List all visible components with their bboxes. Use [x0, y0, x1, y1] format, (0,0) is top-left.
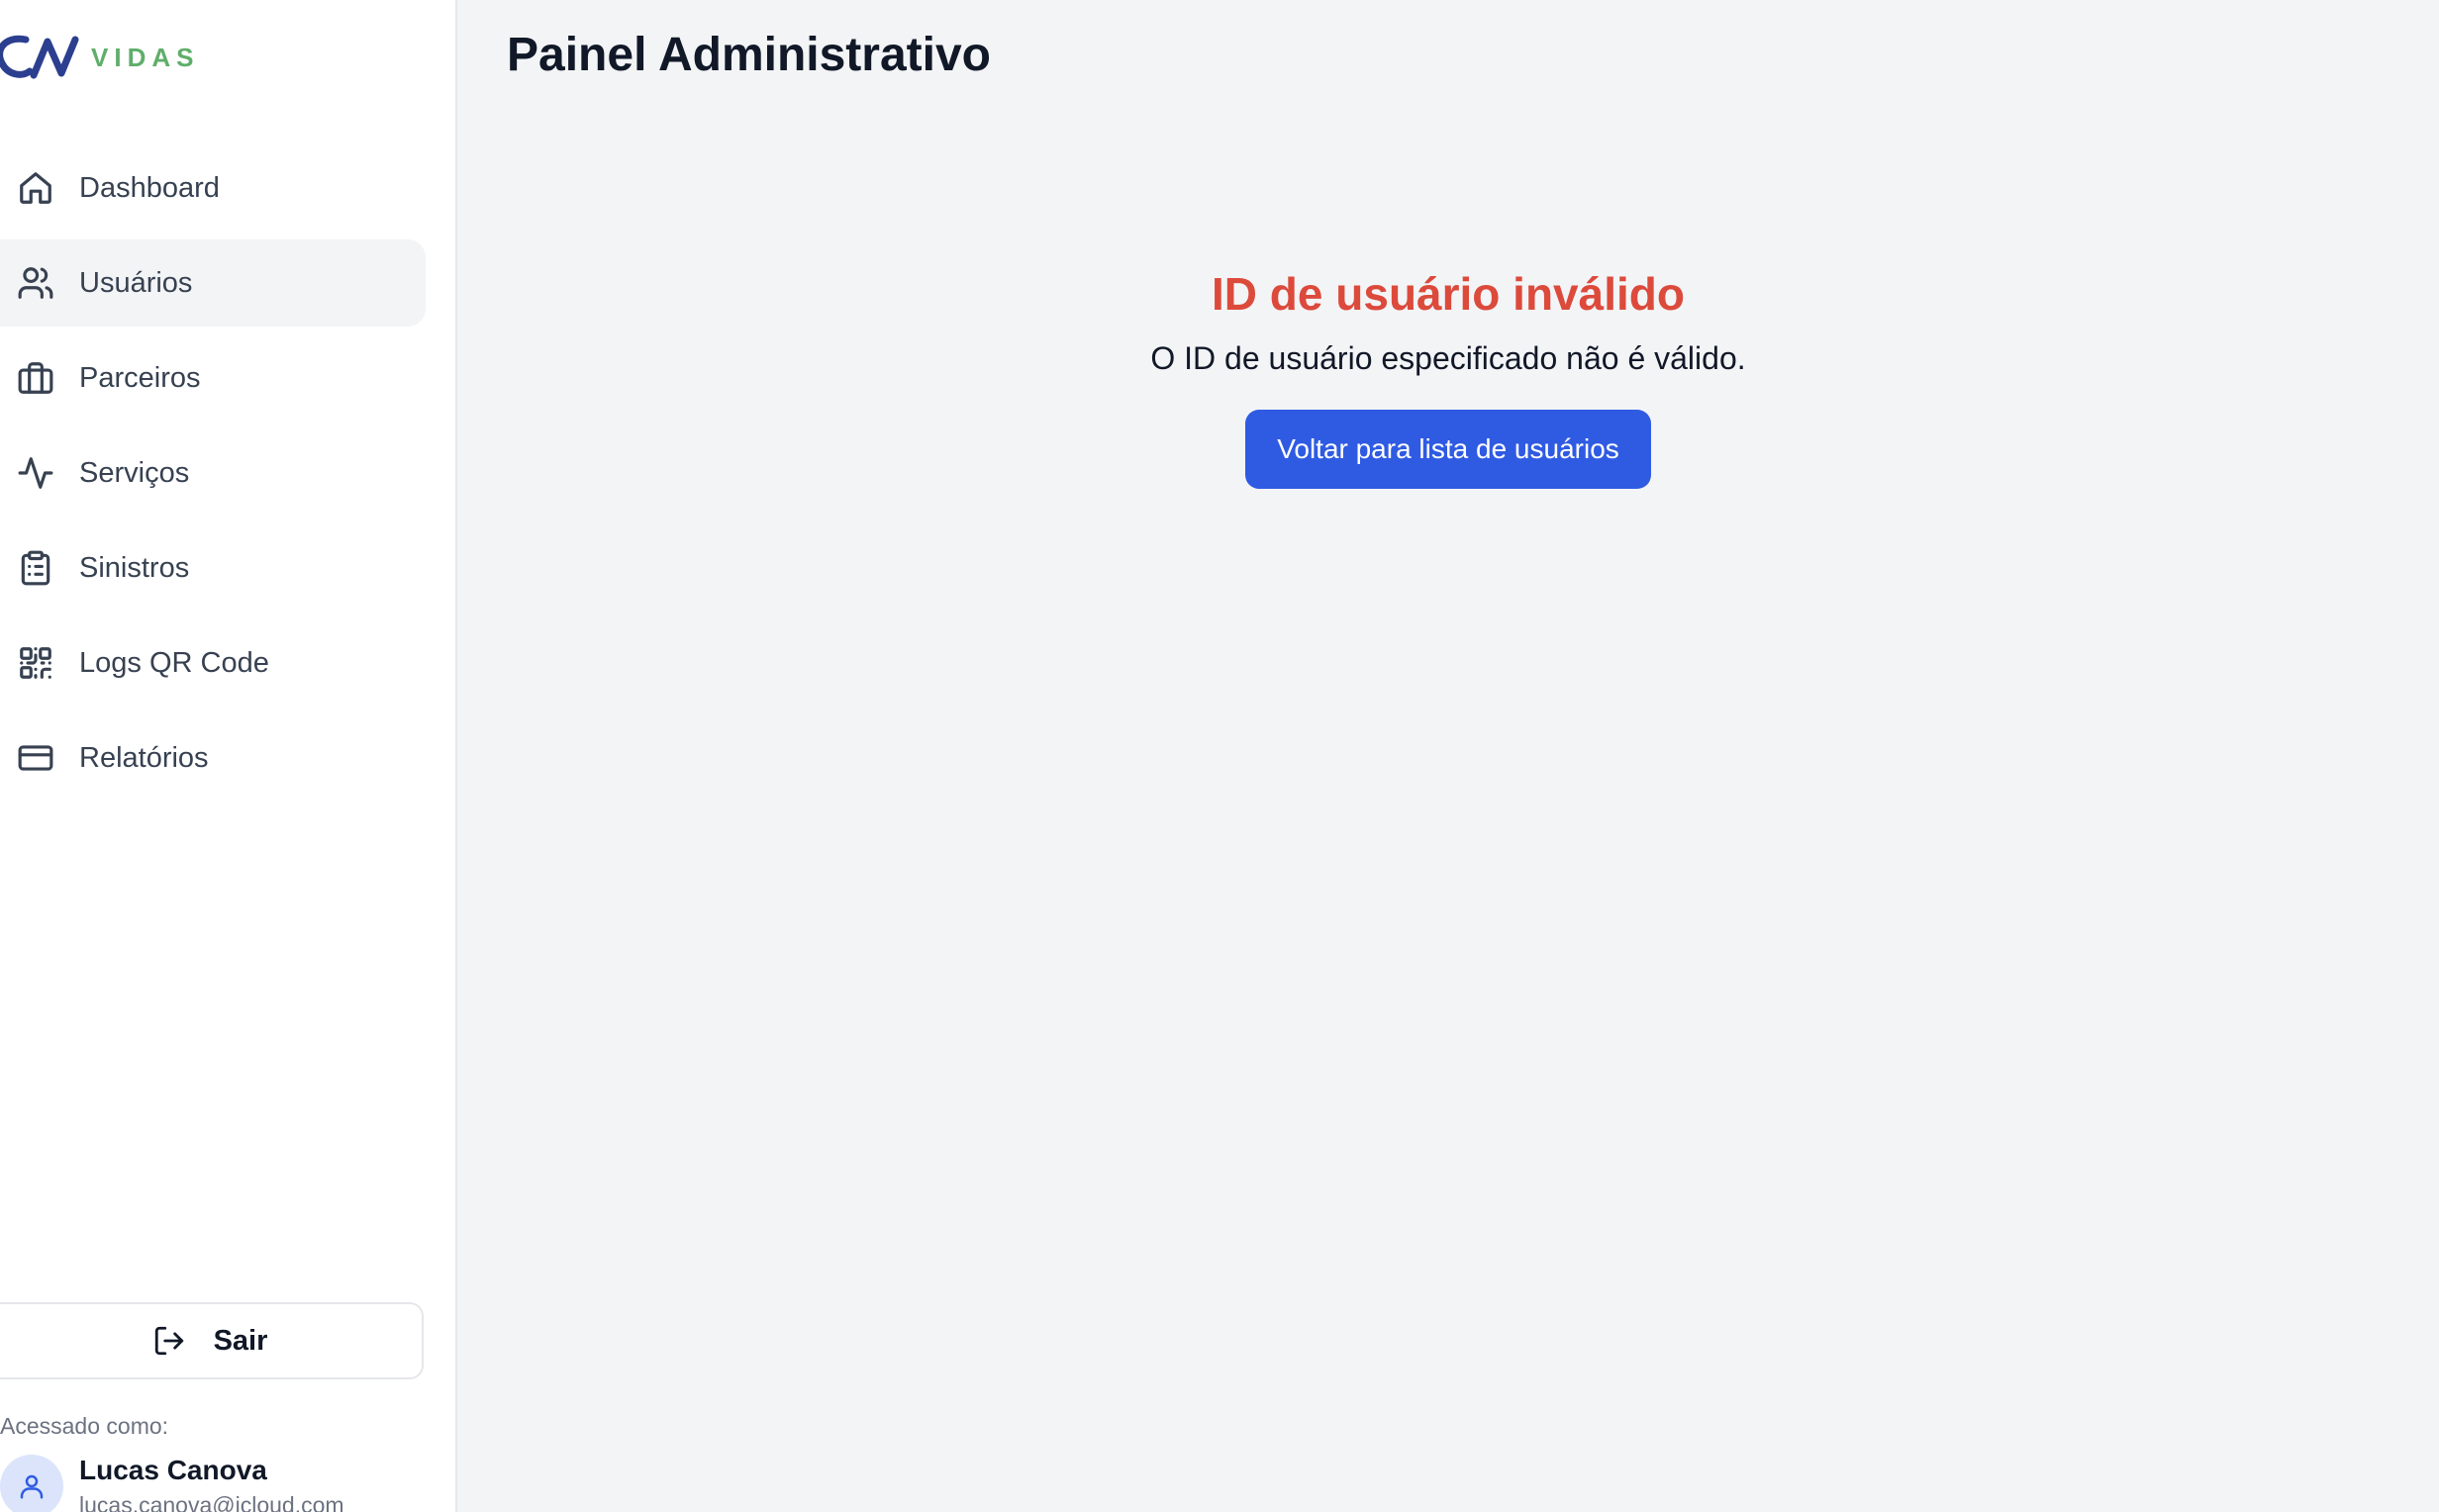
sidebar-item-label: Usuários [79, 266, 193, 299]
sidebar: VIDAS Dashboard Usuários Parceiros Servi… [0, 0, 457, 1512]
sidebar-item-usuarios[interactable]: Usuários [0, 239, 426, 327]
user-name: Lucas Canova [79, 1455, 267, 1485]
user-email: lucas.canova@icloud.com [79, 1492, 344, 1512]
sidebar-item-servicos[interactable]: Serviços [0, 429, 426, 517]
avatar [0, 1455, 63, 1512]
error-title: ID de usuário inválido [1212, 268, 1685, 320]
sidebar-item-dashboard[interactable]: Dashboard [0, 144, 426, 232]
error-message: O ID de usuário especificado não é válid… [1150, 340, 1746, 376]
sidebar-item-relatorios[interactable]: Relatórios [0, 714, 426, 802]
current-user: Lucas Canova lucas.canova@icloud.com [0, 1453, 436, 1512]
credit-card-icon [16, 738, 55, 778]
user-icon [20, 1474, 44, 1499]
log-out-icon [152, 1324, 186, 1358]
app-root: VIDAS Dashboard Usuários Parceiros Servi… [0, 0, 2439, 1512]
clipboard-list-icon [16, 548, 55, 588]
logo-mark-icon [0, 35, 79, 79]
logo-text: VIDAS [91, 42, 200, 72]
sidebar-item-label: Sinistros [79, 551, 190, 584]
brand-logo[interactable]: VIDAS [0, 28, 199, 87]
sidebar-item-parceiros[interactable]: Parceiros [0, 334, 426, 422]
users-icon [16, 263, 55, 303]
page-title: Painel Administrativo [507, 29, 991, 81]
sidebar-item-label: Parceiros [79, 361, 201, 394]
sidebar-item-logs-qr-code[interactable]: Logs QR Code [0, 619, 426, 707]
logout-button[interactable]: Sair [0, 1302, 424, 1379]
activity-icon [16, 453, 55, 493]
back-to-users-button[interactable]: Voltar para lista de usuários [1245, 410, 1651, 489]
sidebar-item-label: Relatórios [79, 741, 209, 774]
sidebar-item-label: Serviços [79, 456, 190, 489]
sidebar-nav: Dashboard Usuários Parceiros Serviços Si… [0, 144, 426, 809]
sidebar-item-label: Dashboard [79, 171, 220, 204]
briefcase-icon [16, 358, 55, 398]
accessed-as-label: Acessado como: [0, 1413, 169, 1439]
qr-code-icon [16, 643, 55, 683]
home-icon [16, 168, 55, 208]
sidebar-item-label: Logs QR Code [79, 646, 269, 679]
sidebar-item-sinistros[interactable]: Sinistros [0, 524, 426, 612]
logout-label: Sair [213, 1324, 268, 1357]
error-panel: ID de usuário inválido O ID de usuário e… [457, 259, 2439, 489]
